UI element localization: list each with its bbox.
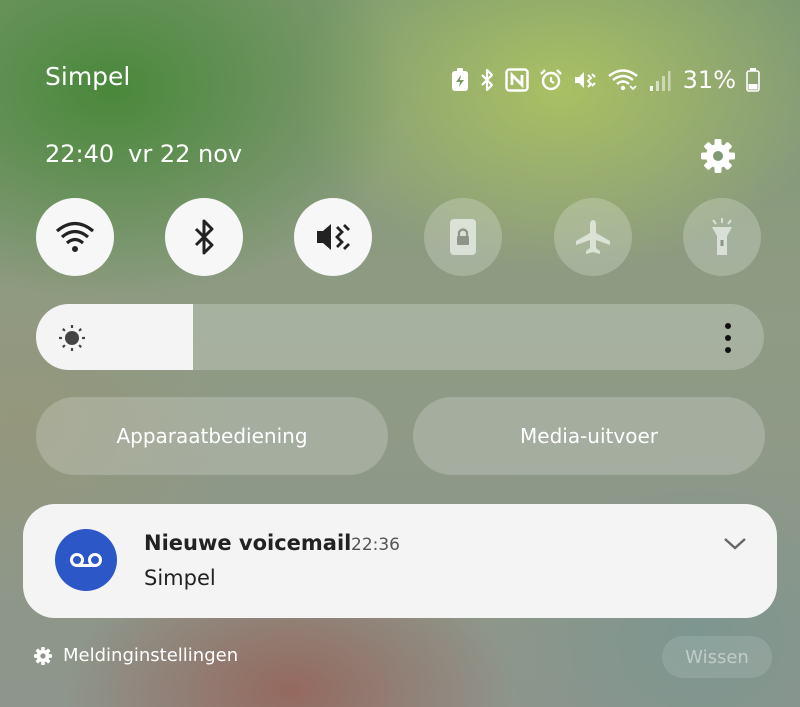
date-time: 22:40 vr 22 nov xyxy=(45,140,242,168)
notification-title: Nieuwe voicemail xyxy=(144,531,352,555)
more-vertical-icon xyxy=(725,323,731,353)
clock-time: 22:40 xyxy=(45,140,115,168)
tile-bluetooth[interactable] xyxy=(165,198,243,276)
notification-app-icon xyxy=(55,529,117,591)
tile-wifi[interactable] xyxy=(36,198,114,276)
status-icons: 31% xyxy=(451,64,760,96)
settings-gear-button[interactable] xyxy=(699,137,737,175)
wifi-icon xyxy=(607,68,639,92)
battery-percent: 31% xyxy=(682,66,736,94)
carrier-name: Simpel xyxy=(45,62,131,91)
flashlight-icon xyxy=(712,218,732,255)
tile-flashlight[interactable] xyxy=(683,198,761,276)
brightness-more-options-button[interactable] xyxy=(716,321,740,355)
media-output-button[interactable]: Media-uitvoer xyxy=(413,397,765,475)
alarm-icon xyxy=(539,68,563,92)
notification-settings-label: Meldinginstellingen xyxy=(63,645,239,666)
notification-time: 22:36 xyxy=(351,535,400,555)
tile-sound-mute[interactable] xyxy=(294,198,372,276)
nfc-icon xyxy=(504,68,529,92)
brightness-slider[interactable] xyxy=(36,304,764,370)
clear-all-button[interactable]: Wissen xyxy=(662,636,772,678)
lock-rotation-icon xyxy=(450,219,476,255)
device-control-button[interactable]: Apparaatbediening xyxy=(36,397,388,475)
signal-icon xyxy=(649,68,671,92)
chevron-down-icon xyxy=(724,538,746,550)
date-label: vr 22 nov xyxy=(128,140,243,168)
voicemail-icon xyxy=(70,553,102,567)
notification-body: Simpel xyxy=(144,566,216,590)
notification-expand-button[interactable] xyxy=(721,533,749,553)
battery-saver-icon xyxy=(451,68,469,92)
gear-icon xyxy=(701,139,735,173)
brightness-sun-icon xyxy=(58,324,86,352)
gear-icon xyxy=(34,646,52,665)
notification-settings-link[interactable]: Meldinginstellingen xyxy=(33,645,238,666)
tile-screen-lock[interactable] xyxy=(424,198,502,276)
bluetooth-icon xyxy=(479,68,495,92)
notification-card[interactable] xyxy=(23,504,777,618)
bluetooth-icon xyxy=(194,219,214,255)
mute-icon xyxy=(317,224,350,250)
battery-icon xyxy=(746,68,760,92)
airplane-icon xyxy=(576,220,610,254)
wifi-icon xyxy=(55,221,95,252)
mute-icon xyxy=(573,68,597,92)
tile-airplane[interactable] xyxy=(554,198,632,276)
